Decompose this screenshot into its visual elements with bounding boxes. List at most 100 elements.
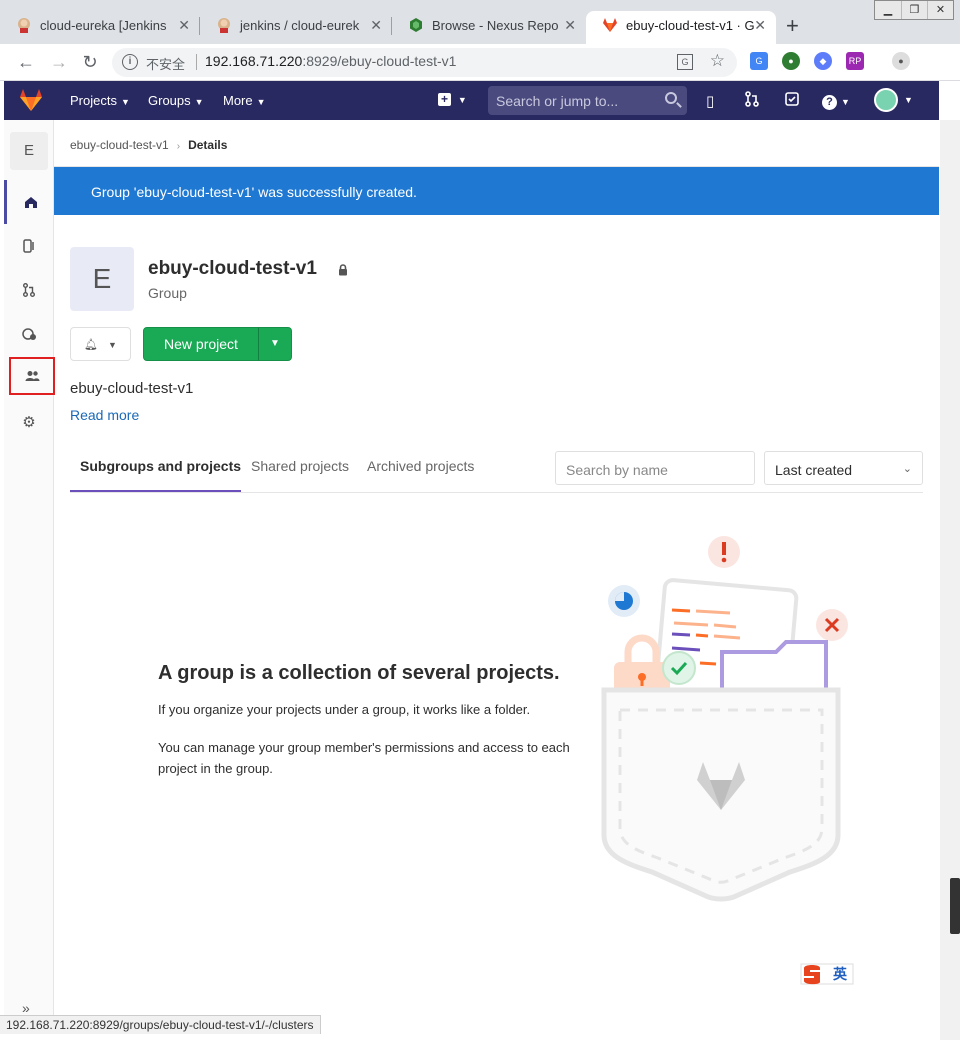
- chevron-down-icon: ⌄: [902, 463, 912, 475]
- browser-tab-1[interactable]: cloud-eureka [Jenkins ✕: [0, 11, 200, 44]
- browser-toolbar: ← → ↻ i 不安全 192.168.71.220:8929/ebuy-clo…: [0, 44, 960, 81]
- profile-icon[interactable]: ●: [892, 52, 910, 70]
- read-more-link[interactable]: Read more: [70, 407, 139, 423]
- tab-archived-projects[interactable]: Archived projects: [367, 458, 474, 474]
- group-avatar: E: [70, 247, 134, 311]
- new-project-button[interactable]: New project: [143, 327, 259, 361]
- chevron-down-icon: ▼: [457, 95, 467, 105]
- bell-icon: 🔔︎: [84, 339, 99, 351]
- members-icon: [25, 371, 39, 381]
- close-icon[interactable]: ✕: [370, 11, 382, 40]
- close-window-icon[interactable]: ✕: [927, 1, 953, 19]
- plus-square-icon: +: [438, 93, 451, 106]
- chevron-down-icon[interactable]: ▼: [904, 95, 913, 105]
- help-icon: ?: [822, 95, 837, 110]
- breadcrumb-current: Details: [188, 138, 228, 152]
- new-item-dropdown[interactable]: + ▼: [438, 90, 467, 106]
- forward-icon[interactable]: →: [47, 50, 71, 74]
- notification-dropdown-button[interactable]: 🔔︎ ▼: [70, 327, 131, 361]
- window-controls: ▁ ❐ ✕: [874, 0, 954, 20]
- nav-groups[interactable]: Groups ▼: [148, 93, 204, 108]
- jenkins-icon: [18, 18, 30, 33]
- url-host: 192.168.71.220: [205, 53, 303, 69]
- sidebar-group-avatar[interactable]: E: [10, 132, 48, 170]
- ime-mode-label: 英: [833, 966, 847, 982]
- translate-icon[interactable]: G: [677, 54, 693, 70]
- group-type-label: Group: [148, 285, 187, 301]
- sidebar-item-merge-requests[interactable]: [4, 268, 54, 312]
- chevron-down-icon: ▼: [120, 97, 130, 107]
- browser-tab-3[interactable]: Browse - Nexus Repo ✕: [392, 11, 586, 44]
- flash-message: Group 'ebuy-cloud-test-v1' was successfu…: [91, 184, 417, 200]
- sort-selected-value: Last created: [775, 462, 853, 478]
- close-icon[interactable]: ✕: [564, 11, 576, 40]
- gitlab-icon: [603, 18, 617, 32]
- address-bar[interactable]: i 不安全 192.168.71.220:8929/ebuy-cloud-tes…: [112, 48, 737, 77]
- group-sidebar: E ⚙ »: [4, 120, 55, 1016]
- tab-shared-projects[interactable]: Shared projects: [251, 458, 349, 474]
- user-avatar[interactable]: [874, 88, 898, 112]
- group-description: ebuy-cloud-test-v1: [70, 380, 194, 397]
- check-circle-icon: [662, 651, 696, 685]
- reload-icon[interactable]: ↻: [78, 50, 102, 74]
- globe-extension-icon[interactable]: ●: [782, 52, 800, 70]
- chevron-down-icon: ▼: [270, 338, 280, 349]
- sidebar-item-issues[interactable]: [4, 224, 54, 268]
- new-tab-button[interactable]: +: [786, 12, 799, 40]
- browser-tab-4-active[interactable]: ebuy-cloud-test-v1 · G ✕: [586, 11, 776, 44]
- tab-subgroups-and-projects[interactable]: Subgroups and projects: [80, 458, 241, 474]
- breadcrumb-group-link[interactable]: ebuy-cloud-test-v1: [70, 138, 169, 152]
- maximize-icon[interactable]: ❐: [901, 1, 927, 19]
- security-label: 不安全: [146, 57, 186, 72]
- bookmark-star-icon[interactable]: ☆: [710, 51, 725, 71]
- tab-label: Browse - Nexus Repo: [432, 18, 559, 33]
- tab-label: cloud-eureka [Jenkins: [40, 18, 167, 33]
- compass-extension-icon[interactable]: ◆: [814, 52, 832, 70]
- chevron-down-icon: ▼: [194, 97, 204, 107]
- google-translate-extension-icon[interactable]: G: [750, 52, 768, 70]
- nexus-icon: [410, 18, 422, 32]
- nav-projects[interactable]: Projects ▼: [70, 93, 130, 108]
- nav-more-label: More: [223, 93, 253, 108]
- nav-projects-label: Projects: [70, 93, 117, 108]
- url-text[interactable]: 192.168.71.220:8929/ebuy-cloud-test-v1: [205, 53, 456, 69]
- gitlab-logo-icon[interactable]: [18, 88, 44, 112]
- pie-chart-icon: [608, 585, 640, 617]
- issues-icon[interactable]: ▯: [706, 92, 714, 110]
- scrollbar-side-widget[interactable]: [950, 878, 960, 934]
- sidebar-item-kubernetes[interactable]: [4, 312, 54, 356]
- filter-search-input[interactable]: Search by name: [555, 451, 755, 485]
- info-icon[interactable]: i: [122, 54, 138, 70]
- sort-dropdown[interactable]: Last created ⌄: [764, 451, 923, 485]
- chevron-down-icon: ▼: [108, 340, 117, 350]
- tab-label: ebuy-cloud-test-v1 · G: [626, 18, 755, 33]
- empty-state-text-2: You can manage your group member's permi…: [158, 740, 570, 776]
- search-input[interactable]: Search or jump to...: [488, 86, 687, 115]
- close-icon[interactable]: ✕: [754, 11, 766, 40]
- browser-tab-2[interactable]: jenkins / cloud-eurek ✕: [200, 11, 392, 44]
- new-project-dropdown-toggle[interactable]: ▼: [258, 327, 292, 361]
- status-bar-url: 192.168.71.220:8929/groups/ebuy-cloud-te…: [0, 1015, 321, 1034]
- help-dropdown[interactable]: ? ▼: [822, 92, 850, 110]
- sidebar-item-members[interactable]: [9, 357, 55, 395]
- nav-more[interactable]: More ▼: [223, 93, 266, 108]
- collapse-sidebar-icon[interactable]: »: [22, 1000, 30, 1016]
- todo-icon[interactable]: [785, 92, 799, 106]
- issues-icon: [22, 239, 34, 253]
- jenkins-icon: [218, 18, 230, 33]
- merge-requests-icon[interactable]: [745, 91, 759, 107]
- close-icon[interactable]: ✕: [178, 11, 190, 40]
- sidebar-item-overview[interactable]: [4, 180, 54, 224]
- sidebar-item-settings[interactable]: ⚙: [4, 400, 54, 444]
- browser-tab-strip: cloud-eureka [Jenkins ✕ jenkins / cloud-…: [0, 0, 960, 44]
- empty-state-title: A group is a collection of several proje…: [158, 662, 560, 684]
- minimize-icon[interactable]: ▁: [875, 1, 901, 19]
- gitlab-header: Projects ▼ Groups ▼ More ▼ + ▼ Search or ju…: [4, 81, 939, 120]
- empty-state-text-1: If you organize your projects under a gr…: [158, 702, 531, 717]
- back-icon[interactable]: ←: [14, 50, 38, 74]
- nav-groups-label: Groups: [148, 93, 191, 108]
- page-scrollbar[interactable]: [940, 120, 960, 1040]
- warning-icon: [708, 536, 740, 568]
- chevron-right-icon: ›: [176, 141, 181, 152]
- rp-extension-icon[interactable]: RP: [846, 52, 864, 70]
